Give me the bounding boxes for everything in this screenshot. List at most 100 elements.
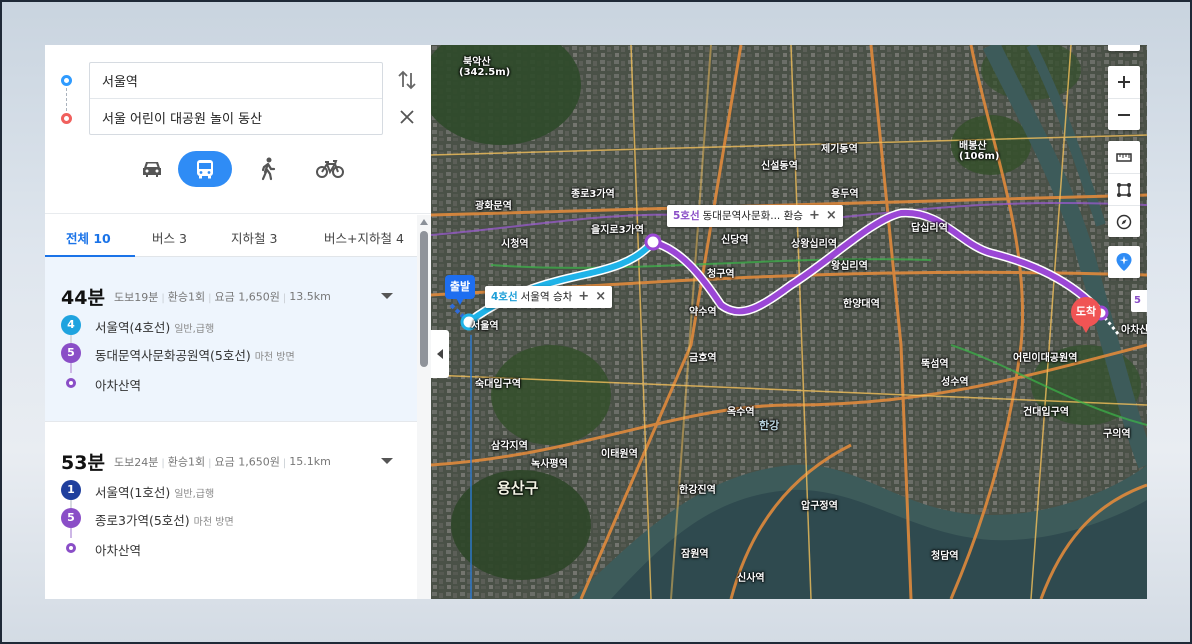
map-label: 용산구 — [497, 479, 539, 497]
map-label: 종로3가역 — [571, 189, 615, 200]
map-label: 숙대입구역 — [475, 379, 521, 390]
step-station: 아차산역 — [95, 543, 142, 558]
callout-line: 5호선 — [673, 210, 700, 222]
map-tools — [1108, 141, 1140, 237]
zoom-out-button[interactable] — [1108, 98, 1140, 130]
route-time: 53분 — [61, 452, 105, 474]
step-station: 아차산역 — [95, 378, 142, 393]
map-label: 어린이대공원역 — [1013, 353, 1078, 364]
scroll-thumb[interactable] — [420, 231, 428, 367]
map-label: 용두역 — [831, 189, 859, 200]
close-icon[interactable]: × — [595, 286, 606, 308]
mode-bicycle-button[interactable] — [303, 151, 357, 187]
map-label: 시청역 — [501, 239, 529, 250]
callout-text: 서울역 승차 — [520, 291, 573, 303]
step-direction: 일반,급행 — [174, 324, 215, 335]
close-icon[interactable]: × — [826, 205, 837, 227]
ruler-button[interactable] — [1108, 141, 1140, 173]
mode-walk-button[interactable] — [241, 151, 295, 187]
route-summary: 44분 도보19분 | 환승1회 | 요금 1,650원 | 13.5km — [61, 287, 331, 309]
swap-icon — [398, 70, 416, 90]
step-station: 동대문역사문화공원역(5호선) 마천 방면 — [95, 348, 295, 363]
map-label: 청구역 — [707, 269, 735, 280]
map-control-top-edge[interactable] — [1108, 45, 1140, 51]
location-control — [1108, 246, 1140, 278]
collapse-panel-button[interactable] — [431, 330, 449, 378]
ruler-icon — [1116, 153, 1132, 162]
route-card[interactable]: 53분 도보24분 | 환승1회 | 요금 1,650원 | 15.1km 1 서울역(1호… — [45, 421, 417, 581]
step-direction: 일반,급행 — [174, 489, 215, 500]
step-station: 서울역(4호선) 일반,급행 — [95, 320, 215, 335]
end-pin[interactable]: 도착 — [1071, 297, 1101, 333]
destination-station-dot-icon — [66, 543, 76, 553]
mountain-label: 배봉산 — [959, 141, 987, 152]
map-label: 금호역 — [689, 353, 717, 364]
tab-all[interactable]: 전체 10 — [66, 228, 111, 247]
location-pin-icon — [1116, 253, 1132, 271]
tab-bus[interactable]: 버스 3 — [152, 228, 187, 247]
area-measure-button[interactable] — [1108, 173, 1140, 205]
compass-icon — [1116, 214, 1132, 229]
mode-car-button[interactable] — [125, 151, 179, 187]
line-badge: 5 — [61, 343, 81, 363]
route-card[interactable]: 44분 도보19분 | 환승1회 | 요금 1,650원 | 13.5km 4 서울역(4호… — [45, 257, 417, 421]
chevron-down-icon[interactable] — [380, 456, 394, 466]
route-summary: 53분 도보24분 | 환승1회 | 요금 1,650원 | 15.1km — [61, 452, 331, 474]
zoom-in-button[interactable] — [1108, 66, 1140, 98]
map-label: 한양대역 — [843, 299, 880, 310]
mode-transit-button[interactable] — [178, 151, 232, 187]
transfer-callout[interactable]: 5호선 동대문역사문화... 환승 + × — [667, 205, 843, 227]
search-area — [45, 45, 431, 213]
close-icon — [400, 110, 414, 124]
clear-route-button[interactable] — [397, 107, 417, 127]
map-label: 아차산역 — [1121, 325, 1147, 336]
route-transfers: 환승1회 — [167, 455, 206, 469]
map-label: 이태원역 — [601, 449, 638, 460]
line-badge: 1 — [61, 480, 81, 500]
start-pin[interactable]: 출발 — [445, 275, 475, 305]
transport-modes — [125, 151, 365, 187]
origin-input[interactable] — [90, 63, 382, 99]
destination-input[interactable] — [90, 99, 382, 135]
bus-icon — [197, 160, 213, 179]
step-connector — [70, 528, 72, 538]
map-label: 녹사평역 — [531, 459, 568, 470]
route-dots — [61, 75, 73, 125]
dot-connector — [66, 88, 67, 111]
callout-text: 동대문역사문화... 환승 — [702, 210, 803, 222]
plus-icon[interactable]: + — [809, 205, 820, 227]
bicycle-icon — [316, 160, 344, 178]
line-badge: 5 — [61, 508, 81, 528]
map-label: 잠원역 — [681, 549, 709, 560]
map-label: 청담역 — [931, 551, 959, 562]
map-label: 왕십리역 — [831, 261, 868, 272]
map-label: 압구정역 — [801, 501, 838, 512]
map-label: 답십리역 — [911, 223, 948, 234]
tab-subway[interactable]: 지하철 3 — [231, 228, 277, 247]
plus-icon[interactable]: + — [578, 286, 589, 308]
river-label: 한강 — [759, 419, 780, 432]
route-walk-time: 도보19분 — [114, 290, 159, 304]
route-transfers: 환승1회 — [167, 290, 206, 304]
my-location-button[interactable] — [1108, 246, 1140, 278]
map-label: 제기동역 — [821, 144, 858, 155]
zoom-controls — [1108, 66, 1140, 130]
results-scrollbar[interactable] — [417, 215, 431, 599]
step-connector — [70, 500, 72, 508]
map-view[interactable]: 서울역 숙대입구역 삼각지역 용산구 녹사평역 이태원역 한강진역 옥수역 금호… — [431, 45, 1147, 599]
chevron-down-icon[interactable] — [380, 291, 394, 301]
compass-button[interactable] — [1108, 205, 1140, 237]
tab-bus-subway[interactable]: 버스+지하철 4 — [324, 228, 404, 247]
route-distance: 15.1km — [289, 455, 331, 468]
map-label: 건대입구역 — [1023, 407, 1069, 418]
map-label: 신설동역 — [761, 161, 798, 172]
route-results-list: 44분 도보19분 | 환승1회 | 요금 1,650원 | 13.5km 4 서울역(4호… — [45, 257, 417, 599]
boarding-callout[interactable]: 4호선 서울역 승차 + × — [485, 286, 613, 308]
map-label: 뚝섬역 — [921, 359, 949, 370]
swap-route-button[interactable] — [397, 69, 417, 91]
map-label: 신사역 — [737, 573, 765, 584]
step-station: 종로3가역(5호선) 마천 방면 — [95, 513, 234, 528]
step-station: 서울역(1호선) 일반,급행 — [95, 485, 215, 500]
scroll-up-arrow-icon[interactable] — [420, 219, 428, 225]
route-fare: 요금 1,650원 — [214, 290, 280, 304]
